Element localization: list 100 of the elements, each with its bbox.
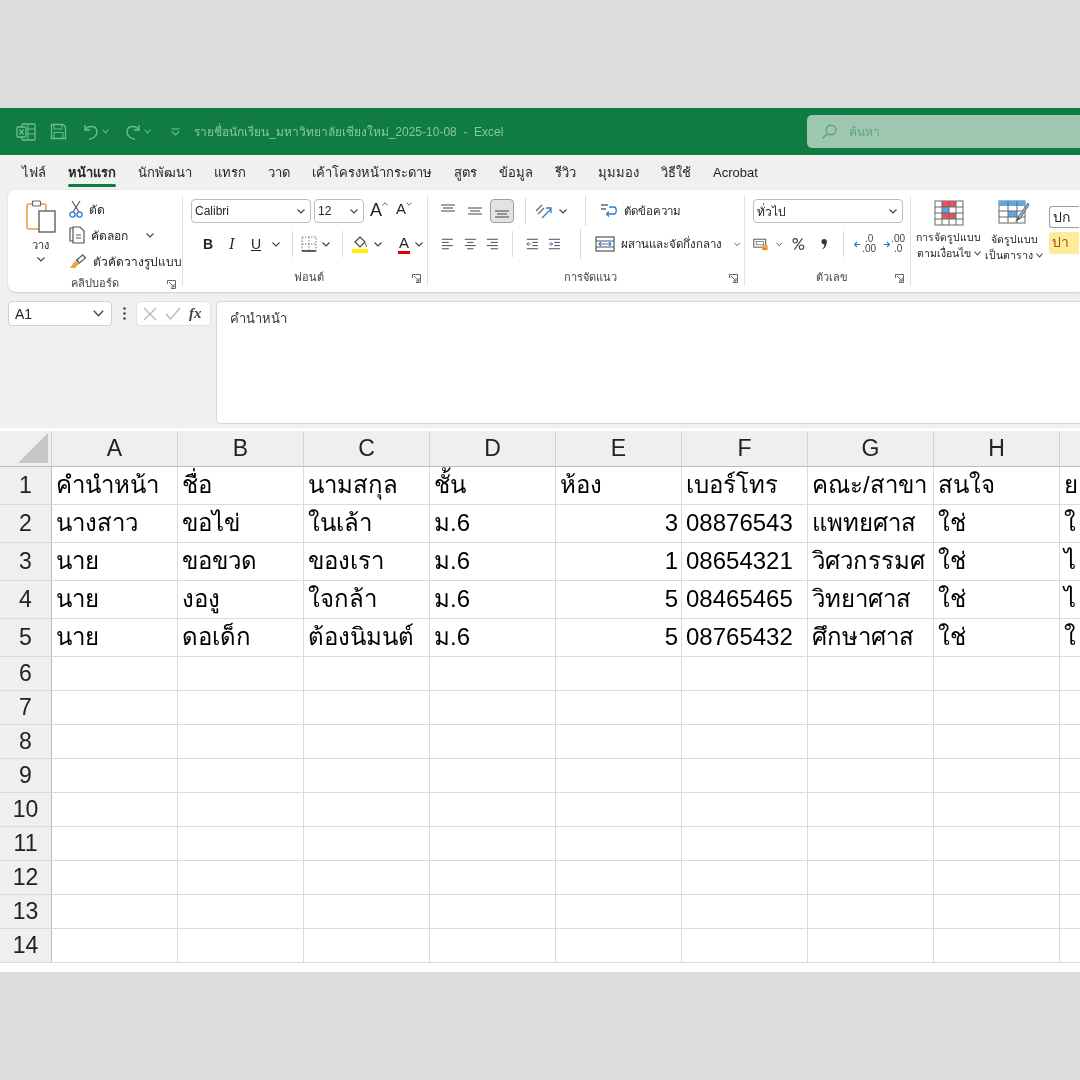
cell-style-option[interactable]: ปก [1049,206,1079,228]
dialog-launcher-icon[interactable] [729,274,738,283]
font-color-button[interactable]: A [398,234,410,254]
name-box[interactable]: A1 [8,301,112,326]
table-cell[interactable]: ใ [1060,505,1080,542]
table-cell[interactable]: ย [1060,467,1080,504]
format-painter-button[interactable]: ตัวคัดวางรูปแบบ [69,248,182,274]
caret-icon[interactable] [775,241,783,247]
row-header[interactable]: 9 [0,759,52,792]
copy-button[interactable]: คัดลอก [69,222,128,248]
wrap-text-button[interactable]: ตัดข้อความ [600,198,681,224]
table-cell[interactable]: ของเรา [304,543,430,580]
table-cell[interactable]: 08465465 [682,581,808,618]
ribbon-tab[interactable]: ข้อมูล [488,155,544,190]
increase-decimal-button[interactable]: .0 .00 [854,234,877,254]
ribbon-tab[interactable]: รีวิว [544,155,587,190]
align-left-icon[interactable] [441,237,454,251]
table-cell[interactable]: นาย [52,581,178,618]
more-options-icon[interactable] [123,307,126,320]
table-cell[interactable]: ม.6 [430,505,556,542]
font-size-dropdown[interactable]: 12 [314,199,364,223]
table-cell[interactable]: นาย [52,543,178,580]
row-header[interactable]: 4 [0,581,52,618]
ribbon-tab[interactable]: วาด [257,155,301,190]
table-cell[interactable]: ม.6 [430,619,556,656]
row-header[interactable]: 12 [0,861,52,894]
ribbon-tab[interactable]: เค้าโครงหน้ากระดาษ [301,155,443,190]
table-cell[interactable]: ใช่ [934,581,1060,618]
row-header[interactable]: 3 [0,543,52,580]
table-cell[interactable]: นางสาว [52,505,178,542]
bold-button[interactable]: B [197,233,219,255]
check-icon[interactable] [165,307,181,320]
caret-icon[interactable] [146,232,154,238]
column-header[interactable]: F [737,435,752,462]
caret-icon[interactable] [733,241,740,247]
ribbon-tab[interactable]: ไฟล์ [11,155,57,190]
table-cell[interactable]: 1 [556,543,682,580]
table-cell[interactable]: ไ [1060,581,1080,618]
column-header[interactable]: G [861,435,880,462]
fill-color-icon[interactable] [351,235,369,253]
number-format-dropdown[interactable]: ทั่วไป [753,199,903,223]
insert-function-button[interactable]: fx [189,305,202,322]
table-cell[interactable]: ไ [1060,543,1080,580]
ribbon-tab[interactable]: Acrobat [702,155,769,190]
table-cell[interactable]: ในเล้า [304,505,430,542]
row-header[interactable]: 8 [0,725,52,758]
table-cell[interactable]: ศึกษาศาส [808,619,934,656]
table-cell[interactable]: ใ [1060,619,1080,656]
ribbon-tab[interactable]: นักพัฒนา [127,155,203,190]
dialog-launcher-icon[interactable] [167,280,176,289]
cell-style-option[interactable]: ปา [1049,232,1079,254]
table-cell[interactable]: นามสกุล [304,467,430,504]
search-field[interactable]: ค้นหา [807,115,1080,148]
table-cell[interactable]: ชื่อ [178,467,304,504]
caret-icon[interactable] [374,241,382,247]
ribbon-tab[interactable]: มุมมอง [587,155,650,190]
table-cell[interactable]: วิศวกรรมศ [808,543,934,580]
borders-icon[interactable] [301,236,317,252]
column-header[interactable]: A [106,435,123,462]
table-cell[interactable]: นาย [52,619,178,656]
increase-indent-icon[interactable] [548,237,561,251]
comma-style-icon[interactable] [821,237,828,251]
underline-button[interactable]: U [245,233,267,255]
accounting-format-icon[interactable] [753,236,769,252]
caret-icon[interactable] [415,241,423,247]
table-cell[interactable]: 08654321 [682,543,808,580]
row-header[interactable]: 10 [0,793,52,826]
row-header[interactable]: 1 [0,467,52,504]
align-center-icon[interactable] [463,237,477,251]
table-cell[interactable]: ม.6 [430,581,556,618]
shrink-font-button[interactable]: A [396,200,413,222]
table-cell[interactable]: ต้องนิมนต์ [304,619,430,656]
table-cell[interactable]: 08876543 [682,505,808,542]
row-header[interactable]: 7 [0,691,52,724]
row-header[interactable]: 2 [0,505,52,542]
cut-button[interactable]: ตัด [69,196,182,222]
italic-button[interactable]: I [219,233,245,255]
table-cell[interactable]: งองู [178,581,304,618]
ribbon-tab[interactable]: แทรก [203,155,257,190]
dialog-launcher-icon[interactable] [895,274,904,283]
column-header[interactable]: B [232,435,249,462]
align-bottom-button[interactable] [490,199,514,223]
align-right-icon[interactable] [486,237,499,251]
row-header[interactable]: 6 [0,657,52,690]
row-header[interactable]: 5 [0,619,52,656]
table-cell[interactable]: ใช่ [934,543,1060,580]
percent-icon[interactable] [792,236,806,252]
caret-icon[interactable] [559,208,567,214]
table-cell[interactable]: ดอเด็ก [178,619,304,656]
text-orientation-icon[interactable] [534,202,554,220]
table-cell[interactable]: คำนำหน้า [52,467,178,504]
row-header[interactable]: 13 [0,895,52,928]
table-cell[interactable]: แพทยศาส [808,505,934,542]
table-cell[interactable]: ชั้น [430,467,556,504]
dialog-launcher-icon[interactable] [412,274,421,283]
column-header[interactable]: H [988,435,1005,462]
table-cell[interactable]: ขอขวด [178,543,304,580]
row-header[interactable]: 11 [0,827,52,860]
table-cell[interactable]: ใช่ [934,619,1060,656]
caret-icon[interactable] [322,241,330,247]
